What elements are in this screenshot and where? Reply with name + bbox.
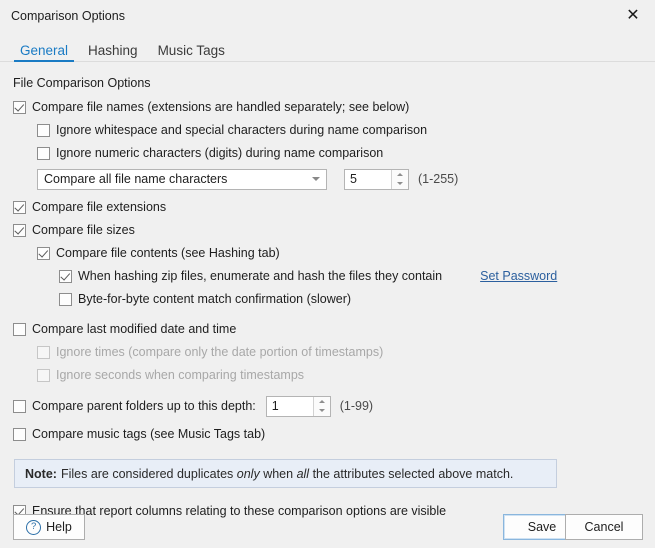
name-chars-select-value: Compare all file name characters xyxy=(44,172,228,186)
checkbox-ignore-seconds xyxy=(37,368,50,382)
option-row-music-tags[interactable]: Compare music tags (see Music Tags tab) xyxy=(0,423,655,445)
help-button-label: Help xyxy=(46,520,72,534)
label-ignore-numeric: Ignore numeric characters (digits) durin… xyxy=(56,146,384,160)
tab-hashing[interactable]: Hashing xyxy=(78,43,148,63)
label-music-tags: Compare music tags (see Music Tags tab) xyxy=(32,427,266,441)
window-title: Comparison Options xyxy=(11,9,125,23)
title-bar: Comparison Options ✕ xyxy=(0,0,655,32)
name-chars-row: Compare all file name characters (1-255) xyxy=(0,168,655,190)
name-chars-spinner[interactable] xyxy=(344,168,409,190)
option-row-compare-file-names[interactable]: Compare file names (extensions are handl… xyxy=(0,96,655,118)
section-title: File Comparison Options xyxy=(13,76,151,90)
label-hash-zip-files: When hashing zip files, enumerate and ha… xyxy=(78,269,443,283)
cancel-button[interactable]: Cancel xyxy=(565,514,643,540)
option-row-ignore-seconds: Ignore seconds when comparing timestamps xyxy=(0,364,655,386)
checkbox-music-tags[interactable] xyxy=(13,427,26,441)
label-compare-file-sizes: Compare file sizes xyxy=(32,223,135,237)
spinner-down-icon[interactable] xyxy=(313,406,330,416)
checkbox-compare-file-sizes[interactable] xyxy=(13,223,26,237)
option-row-compare-last-modified[interactable]: Compare last modified date and time xyxy=(0,318,655,340)
option-row-compare-file-contents[interactable]: Compare file contents (see Hashing tab) xyxy=(0,242,655,264)
option-row-compare-file-sizes[interactable]: Compare file sizes xyxy=(0,219,655,241)
option-row-hash-zip-files[interactable]: When hashing zip files, enumerate and ha… xyxy=(0,265,655,287)
label-compare-file-extensions: Compare file extensions xyxy=(32,200,167,214)
label-ignore-times: Ignore times (compare only the date port… xyxy=(56,345,384,359)
question-mark-icon: ? xyxy=(26,519,42,535)
help-button[interactable]: ? Help xyxy=(13,514,85,540)
checkbox-ignore-whitespace[interactable] xyxy=(37,123,50,137)
label-compare-file-names: Compare file names (extensions are handl… xyxy=(32,100,410,114)
spinner-up-icon[interactable] xyxy=(313,396,330,406)
tab-strip: General Hashing Music Tags xyxy=(0,32,655,62)
dialog-footer: ? Help Save Cancel xyxy=(0,478,655,548)
chevron-down-icon xyxy=(312,177,320,181)
parent-folders-spinner[interactable] xyxy=(265,395,331,417)
label-parent-folders: Compare parent folders up to this depth: xyxy=(32,399,256,413)
checkbox-compare-file-names[interactable] xyxy=(13,100,26,114)
spinner-down-icon[interactable] xyxy=(392,179,408,189)
name-chars-range-hint: (1-255) xyxy=(418,172,459,186)
cancel-button-label: Cancel xyxy=(584,520,624,534)
label-compare-file-contents: Compare file contents (see Hashing tab) xyxy=(56,246,280,260)
close-icon[interactable]: ✕ xyxy=(611,0,655,30)
tab-music-tags[interactable]: Music Tags xyxy=(148,43,235,63)
label-compare-last-modified: Compare last modified date and time xyxy=(32,322,237,336)
checkbox-ignore-times xyxy=(37,345,50,359)
set-password-link[interactable]: Set Password xyxy=(480,269,557,283)
option-row-ignore-times: Ignore times (compare only the date port… xyxy=(0,341,655,363)
checkbox-hash-zip-files[interactable] xyxy=(59,269,72,283)
checkbox-byte-for-byte[interactable] xyxy=(59,292,72,306)
parent-folders-input[interactable] xyxy=(266,396,313,416)
name-chars-input[interactable] xyxy=(345,169,391,189)
checkbox-compare-file-extensions[interactable] xyxy=(13,200,26,214)
option-row-byte-for-byte[interactable]: Byte-for-byte content match confirmation… xyxy=(0,288,655,310)
name-chars-spinner-buttons[interactable] xyxy=(391,169,408,189)
checkbox-parent-folders[interactable] xyxy=(13,399,26,413)
options-panel: File Comparison Options Compare file nam… xyxy=(0,62,655,522)
save-button-label: Save xyxy=(527,520,557,534)
tab-general[interactable]: General xyxy=(10,43,78,63)
checkbox-compare-file-contents[interactable] xyxy=(37,246,50,260)
checkbox-ignore-numeric[interactable] xyxy=(37,146,50,160)
option-row-compare-file-extensions[interactable]: Compare file extensions xyxy=(0,196,655,218)
parent-folders-range-hint: (1-99) xyxy=(339,399,374,413)
label-byte-for-byte: Byte-for-byte content match confirmation… xyxy=(78,292,352,306)
option-row-parent-folders[interactable]: Compare parent folders up to this depth:… xyxy=(0,395,655,417)
label-ignore-whitespace: Ignore whitespace and special characters… xyxy=(56,123,428,137)
name-chars-select[interactable]: Compare all file name characters xyxy=(37,168,327,190)
option-row-ignore-whitespace[interactable]: Ignore whitespace and special characters… xyxy=(0,119,655,141)
label-ignore-seconds: Ignore seconds when comparing timestamps xyxy=(56,368,305,382)
parent-folders-spinner-buttons[interactable] xyxy=(312,396,330,416)
option-row-ignore-numeric[interactable]: Ignore numeric characters (digits) durin… xyxy=(0,142,655,164)
spinner-up-icon[interactable] xyxy=(392,169,408,179)
checkbox-compare-last-modified[interactable] xyxy=(13,322,26,336)
